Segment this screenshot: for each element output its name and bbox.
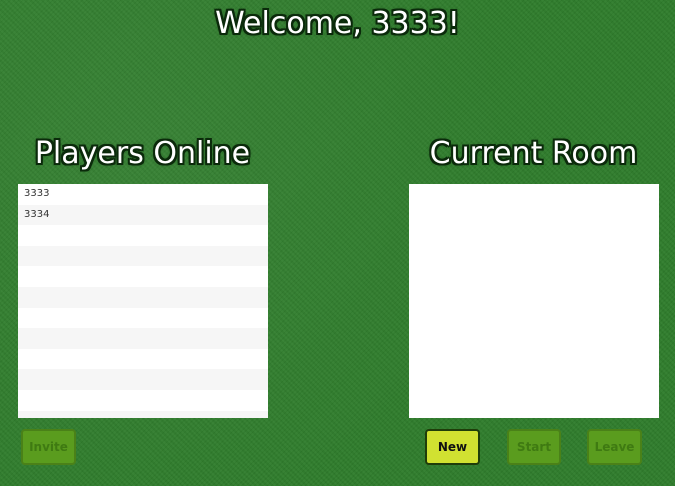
player-row (18, 225, 268, 246)
players-online-title: Players Online (34, 136, 251, 171)
players-online-list[interactable]: 3333 3334 (18, 184, 268, 418)
invite-button[interactable]: Invite (21, 429, 76, 465)
player-row[interactable]: 3334 (18, 204, 268, 226)
player-row (18, 245, 268, 267)
player-row (18, 328, 268, 349)
player-row (18, 410, 268, 418)
start-button[interactable]: Start (507, 429, 561, 465)
current-room-list[interactable] (409, 184, 659, 418)
player-row (18, 308, 268, 329)
current-room-title: Current Room (429, 136, 638, 171)
player-row (18, 286, 268, 308)
player-row (18, 266, 268, 287)
leave-button[interactable]: Leave (587, 429, 642, 465)
player-row (18, 349, 268, 370)
welcome-heading: Welcome, 3333! (215, 6, 460, 41)
new-room-button[interactable]: New (425, 429, 480, 465)
player-row (18, 390, 268, 411)
player-row (18, 369, 268, 390)
player-row[interactable]: 3333 (18, 184, 268, 205)
